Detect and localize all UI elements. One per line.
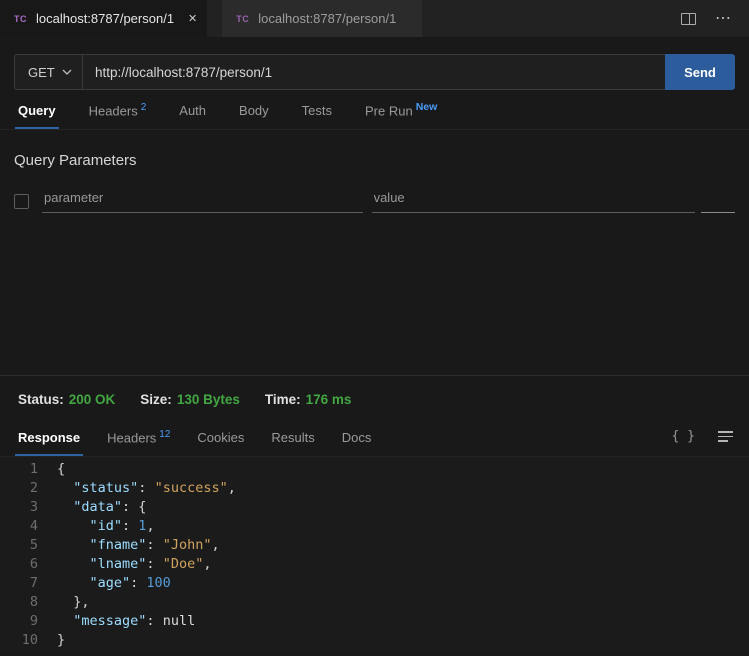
- format-json-icon[interactable]: { }: [672, 429, 695, 444]
- thunder-client-icon: TC: [236, 14, 249, 24]
- line-number: 4: [0, 517, 38, 536]
- tab-pre-run[interactable]: Pre RunNew: [365, 101, 437, 129]
- tab-cookies[interactable]: Cookies: [197, 430, 244, 456]
- code-line-content: "message": null: [57, 612, 195, 631]
- code-line: 7 "age": 100: [0, 574, 749, 593]
- tab-results[interactable]: Results: [271, 430, 314, 456]
- code-line: 2 "status": "success",: [0, 479, 749, 498]
- code-line: 6 "lname": "Doe",: [0, 555, 749, 574]
- tab-response-headers[interactable]: Headers12: [107, 429, 170, 456]
- query-parameters-panel: Query Parameters: [0, 130, 749, 375]
- editor-tab-title: localhost:8787/person/1: [258, 11, 396, 26]
- editor-actions: ⋯: [681, 0, 749, 37]
- tab-tests[interactable]: Tests: [302, 103, 332, 129]
- param-value-input[interactable]: [372, 190, 696, 213]
- code-line-content: "lname": "Doe",: [57, 555, 211, 574]
- line-number: 3: [0, 498, 38, 517]
- line-number: 6: [0, 555, 38, 574]
- status-metric: Status:200 OK: [18, 392, 115, 407]
- line-number: 2: [0, 479, 38, 498]
- tab-response[interactable]: Response: [18, 430, 80, 456]
- close-tab-icon[interactable]: ✕: [188, 12, 197, 25]
- split-editor-icon[interactable]: [681, 13, 696, 25]
- thunder-client-icon: TC: [14, 14, 27, 24]
- code-line-content: "fname": "John",: [57, 536, 220, 555]
- response-headers-count-badge: 12: [159, 429, 170, 440]
- code-line: 8 },: [0, 593, 749, 612]
- tab-headers[interactable]: Headers2: [89, 102, 147, 129]
- size-metric: Size:130 Bytes: [140, 392, 240, 407]
- code-line: 3 "data": {: [0, 498, 749, 517]
- line-number: 10: [0, 631, 38, 650]
- line-wrap-icon[interactable]: [718, 431, 733, 442]
- send-button[interactable]: Send: [665, 54, 735, 90]
- method-label: GET: [28, 65, 55, 80]
- more-actions-icon[interactable]: ⋯: [715, 13, 732, 25]
- new-badge: New: [416, 101, 438, 113]
- line-number: 7: [0, 574, 38, 593]
- status-value: 200 OK: [69, 392, 116, 407]
- code-line: 4 "id": 1,: [0, 517, 749, 536]
- response-meta-bar: Status:200 OK Size:130 Bytes Time:176 ms: [0, 376, 749, 416]
- param-name-input[interactable]: [42, 190, 363, 213]
- request-bar: GET Send: [14, 54, 735, 90]
- param-checkbox[interactable]: [14, 194, 29, 209]
- response-tabs: Response Headers12 Cookies Results Docs …: [0, 416, 749, 457]
- method-select[interactable]: GET: [15, 55, 83, 89]
- thunder-client-window: TC localhost:8787/person/1 ✕ TC localhos…: [0, 0, 749, 656]
- code-line: 5 "fname": "John",: [0, 536, 749, 555]
- headers-count-badge: 2: [141, 102, 147, 113]
- query-param-row: [14, 190, 735, 213]
- code-line: 9 "message": null: [0, 612, 749, 631]
- query-parameters-heading: Query Parameters: [14, 130, 735, 169]
- code-line-content: "age": 100: [57, 574, 171, 593]
- param-row-action-cell[interactable]: [701, 203, 735, 213]
- line-number: 1: [0, 460, 38, 479]
- code-line: 1{: [0, 460, 749, 479]
- url-input[interactable]: [83, 55, 665, 89]
- time-value: 176 ms: [306, 392, 352, 407]
- editor-tab-active[interactable]: TC localhost:8787/person/1 ✕: [0, 0, 207, 37]
- code-line: 10}: [0, 631, 749, 650]
- code-line-content: {: [57, 460, 65, 479]
- code-line-content: "data": {: [57, 498, 146, 517]
- response-actions: { }: [672, 429, 733, 456]
- code-line-content: }: [57, 631, 65, 650]
- line-number: 8: [0, 593, 38, 612]
- code-line-content: },: [57, 593, 90, 612]
- time-metric: Time:176 ms: [265, 392, 352, 407]
- tab-body[interactable]: Body: [239, 103, 269, 129]
- chevron-down-icon: [62, 69, 72, 75]
- line-number: 9: [0, 612, 38, 631]
- tab-auth[interactable]: Auth: [179, 103, 206, 129]
- method-url-group: GET: [14, 54, 665, 90]
- tab-query[interactable]: Query: [18, 103, 56, 129]
- tab-docs[interactable]: Docs: [342, 430, 372, 456]
- line-number: 5: [0, 536, 38, 555]
- size-value: 130 Bytes: [177, 392, 240, 407]
- code-line-content: "status": "success",: [57, 479, 236, 498]
- editor-tab-bar: TC localhost:8787/person/1 ✕ TC localhos…: [0, 0, 749, 37]
- editor-tab-title: localhost:8787/person/1: [36, 11, 174, 26]
- response-body-code[interactable]: 1{2 "status": "success",3 "data": {4 "id…: [0, 457, 749, 651]
- request-tabs: Query Headers2 Auth Body Tests Pre RunNe…: [0, 90, 749, 130]
- code-line-content: "id": 1,: [57, 517, 155, 536]
- editor-tab-inactive[interactable]: TC localhost:8787/person/1: [222, 0, 422, 37]
